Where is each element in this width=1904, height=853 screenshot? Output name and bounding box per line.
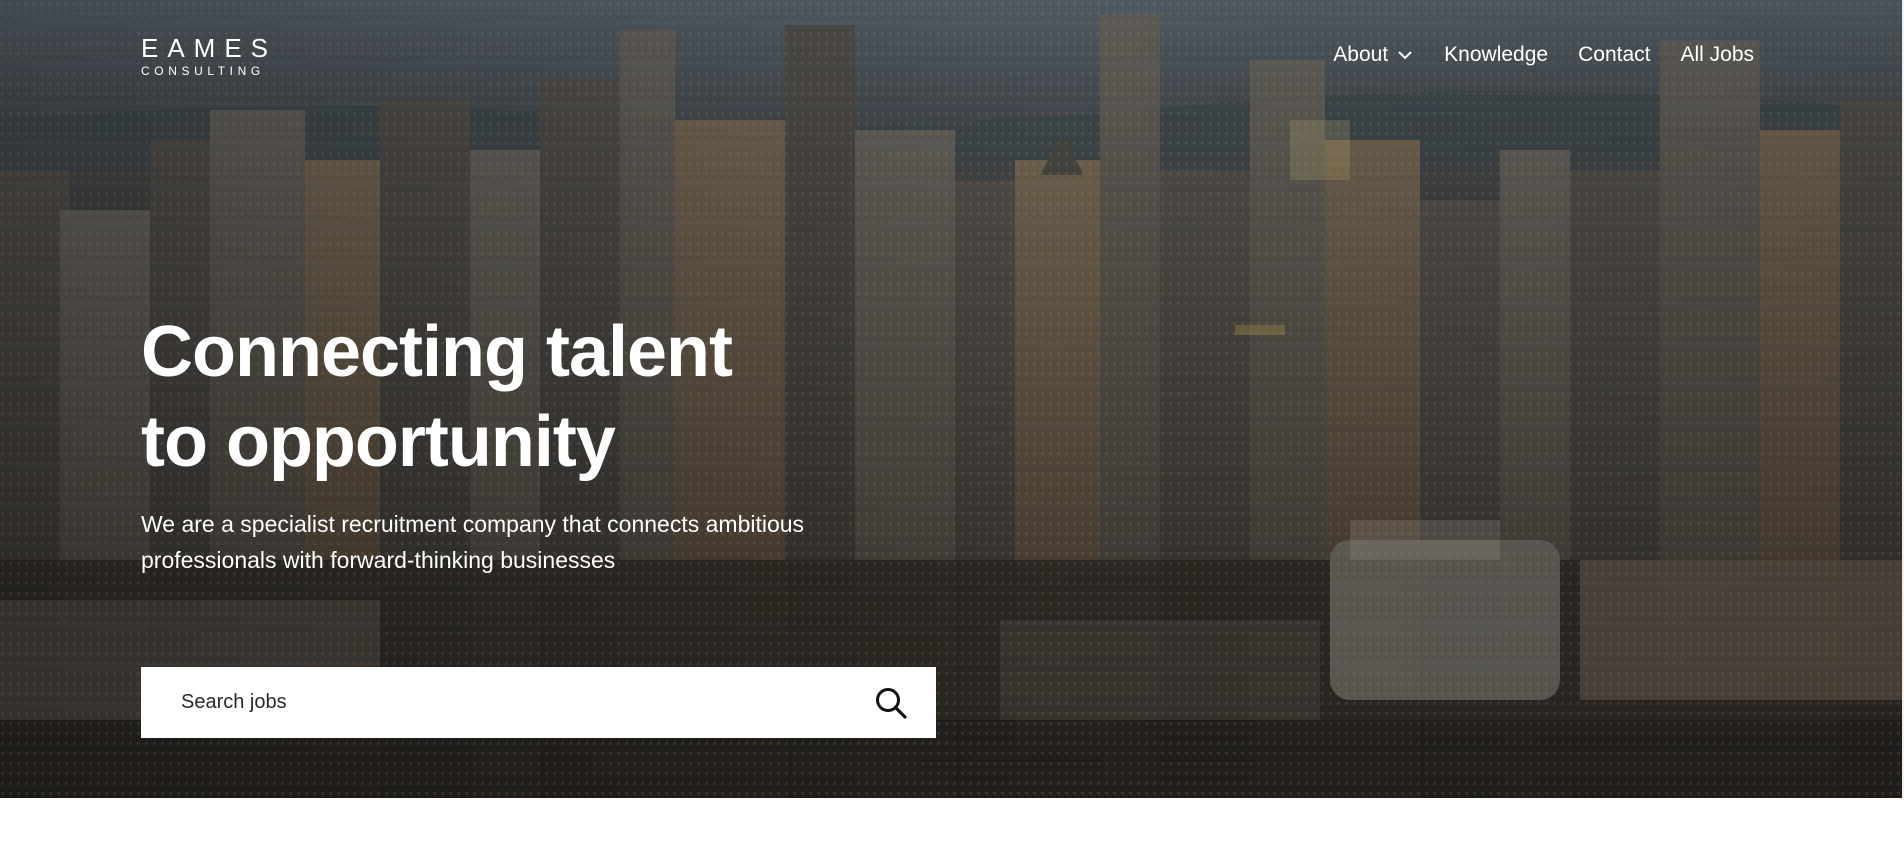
nav-item-label: About [1333,43,1389,66]
logo-wordmark: EAMES [141,33,278,63]
nav-item-label: All Jobs [1680,43,1754,66]
hero-headline-line-1: Connecting talent [141,312,733,392]
nav-item-label: Contact [1578,43,1651,66]
job-search-form [141,667,936,738]
site-header: EAMES CONSULTING About Knowledge Contact… [141,34,1754,80]
nav-item-label: Knowledge [1444,43,1549,66]
hero-subtitle: We are a specialist recruitment company … [141,511,805,573]
search-icon [876,687,907,719]
nav-item-knowledge[interactable]: Knowledge [1444,41,1548,69]
nav-item-contact[interactable]: Contact [1578,41,1650,69]
main-nav: About Knowledge Contact All Jobs [1333,41,1754,69]
chevron-down-icon [1398,51,1412,60]
logo[interactable]: EAMES CONSULTING [141,34,271,78]
hero-headline-line-2: to opportunity [141,402,616,482]
nav-item-about[interactable]: About [1333,41,1414,69]
search-button[interactable] [846,667,936,738]
nav-item-all-jobs[interactable]: All Jobs [1680,41,1754,69]
logo-tagline: CONSULTING [141,64,265,78]
search-input[interactable] [141,667,846,738]
below-hero-section [0,798,1904,853]
hero-headline: Connecting talent to opportunity [141,307,901,487]
hero-section: EAMES CONSULTING About Knowledge Contact… [0,0,1904,798]
